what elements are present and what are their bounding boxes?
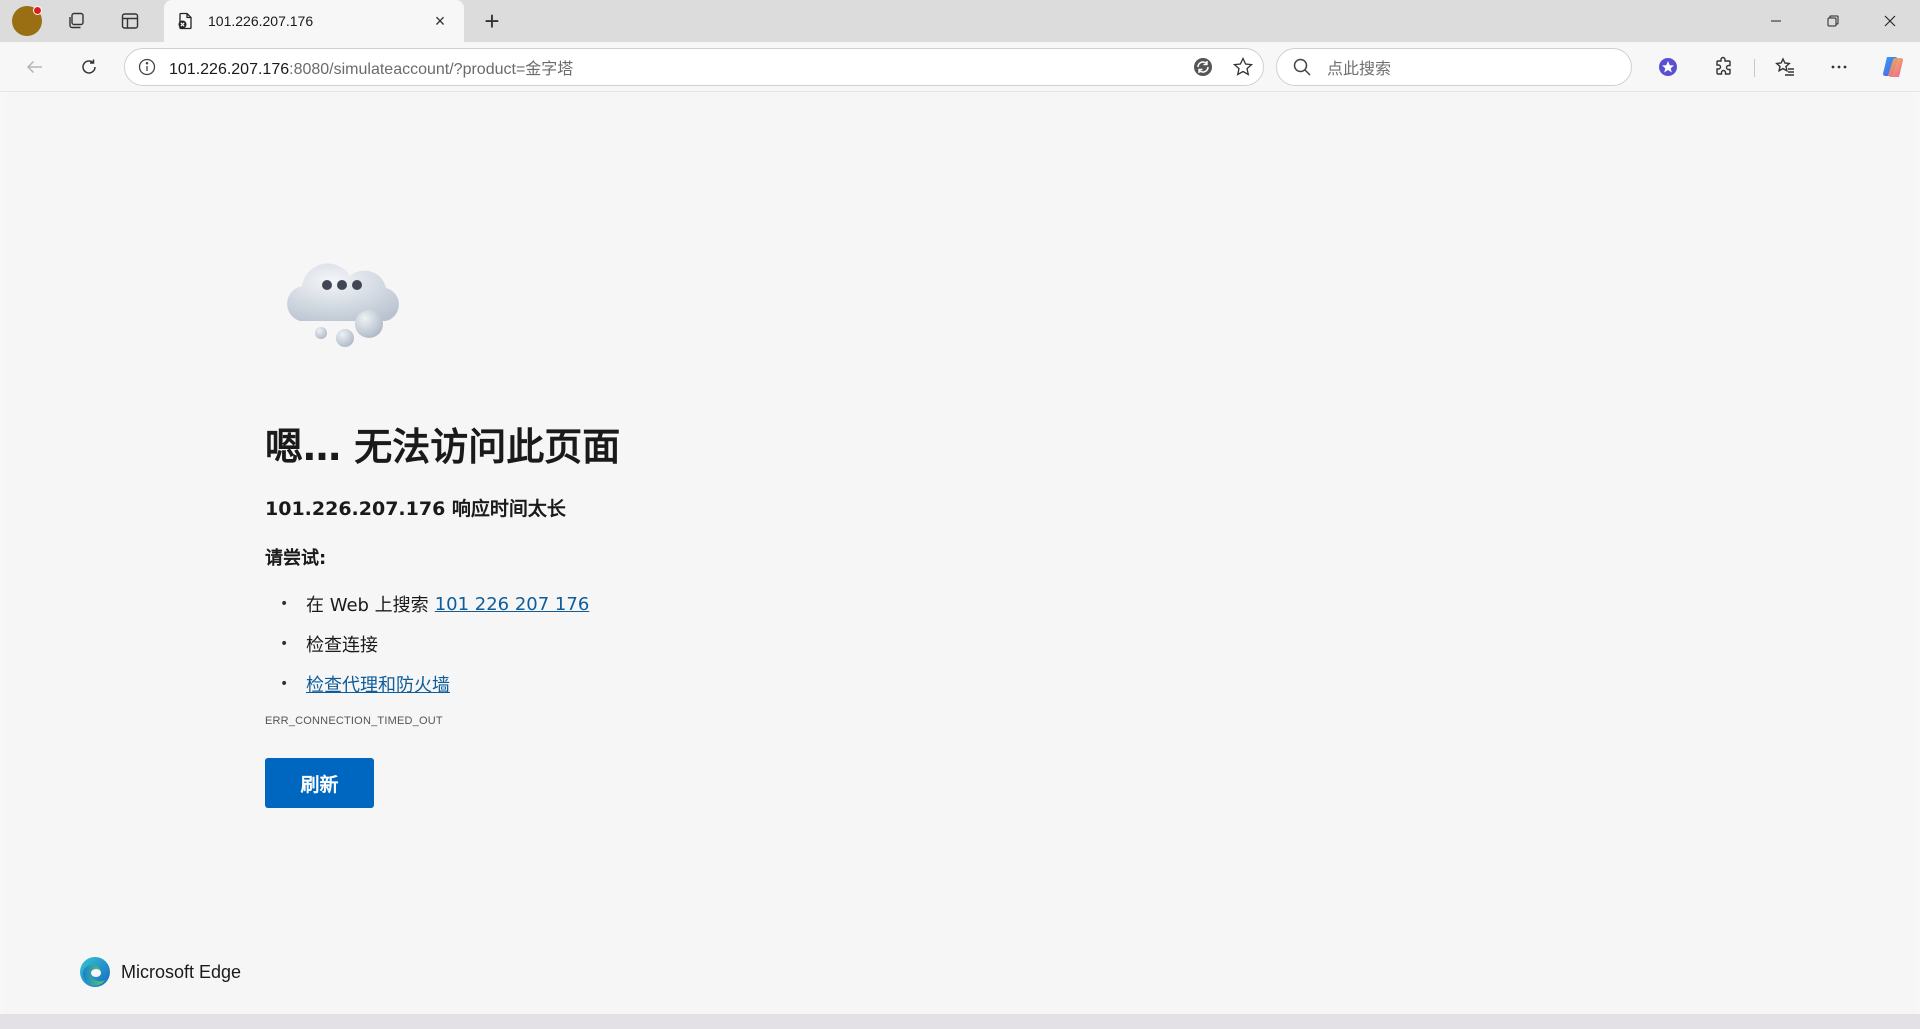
try-label: 请尝试: <box>265 548 327 569</box>
vertical-tabs-icon[interactable] <box>114 5 146 37</box>
search-web-link[interactable]: 101 226 207 176 <box>435 594 590 615</box>
taskbar-edge <box>0 1014 1920 1029</box>
copilot-icon[interactable] <box>1877 51 1909 83</box>
proxy-firewall-link[interactable]: 检查代理和防火墙 <box>306 671 450 697</box>
notification-dot <box>33 6 42 15</box>
tab-close-button[interactable]: × <box>428 9 452 33</box>
url-path: :8080/simulateaccount/?product=金字塔 <box>289 61 574 78</box>
address-bar[interactable]: 101.226.207.176:8080/simulateaccount/?pr… <box>124 48 1264 86</box>
browser-toolbar: 101.226.207.176:8080/simulateaccount/?pr… <box>0 42 1920 92</box>
favorites-icon[interactable] <box>1769 51 1801 83</box>
tab-strip: 101.226.207.176 × + <box>0 0 1920 42</box>
edge-brand: Microsoft Edge <box>79 956 241 988</box>
workspaces-icon[interactable] <box>60 5 92 37</box>
suggestion-check-connection-text: 检查连接 <box>306 635 378 656</box>
browser-essentials-icon[interactable] <box>1652 51 1684 83</box>
error-subline: 101.226.207.176 响应时间太长 <box>265 498 566 520</box>
search-icon <box>1277 57 1327 77</box>
new-tab-button[interactable]: + <box>476 5 508 37</box>
cloud-error-illustration <box>278 249 414 366</box>
close-window-button[interactable] <box>1862 0 1918 42</box>
minimize-button[interactable] <box>1748 0 1804 42</box>
back-icon[interactable] <box>19 51 51 83</box>
site-info-icon[interactable] <box>125 57 169 77</box>
favorite-star-icon[interactable] <box>1223 51 1263 83</box>
error-code: ERR_CONNECTION_TIMED_OUT <box>265 715 443 727</box>
error-headline: 嗯… 无法访问此页面 <box>265 425 621 469</box>
url-host: 101.226.207.176 <box>169 61 290 78</box>
bullet: • <box>280 596 289 612</box>
suggestion-search-prefix: 在 Web 上搜索 <box>306 595 429 616</box>
brand-name: Microsoft Edge <box>121 961 242 982</box>
bullet: • <box>280 636 289 652</box>
toolbar-separator <box>1754 59 1755 77</box>
suggestion-search: • 在 Web 上搜索 101 226 207 176 <box>280 584 589 624</box>
suggestion-check-connection: • 检查连接 <box>280 624 589 664</box>
refresh-icon[interactable] <box>73 51 105 83</box>
error-page: 嗯… 无法访问此页面 101.226.207.176 响应时间太长 请尝试: •… <box>4 93 1916 1014</box>
bullet: • <box>280 676 289 692</box>
search-placeholder: 点此搜索 <box>1327 61 1392 78</box>
page-error-icon <box>176 11 196 31</box>
search-box[interactable]: 点此搜索 <box>1276 48 1632 86</box>
active-tab[interactable]: 101.226.207.176 × <box>164 0 464 42</box>
url-text[interactable]: 101.226.207.176:8080/simulateaccount/?pr… <box>169 55 1183 79</box>
read-aloud-icon[interactable] <box>1183 51 1223 83</box>
tab-title: 101.226.207.176 <box>208 13 314 29</box>
more-options-icon[interactable] <box>1823 51 1855 83</box>
refresh-button[interactable]: 刷新 <box>265 758 374 808</box>
extensions-icon[interactable] <box>1708 51 1740 83</box>
profile-avatar[interactable] <box>12 6 42 36</box>
suggestion-list: • 在 Web 上搜索 101 226 207 176 • 检查连接 • 检查代… <box>280 584 589 704</box>
restore-button[interactable] <box>1805 0 1861 42</box>
edge-logo-icon <box>80 957 110 987</box>
suggestion-proxy-firewall: • 检查代理和防火墙 <box>280 664 589 704</box>
